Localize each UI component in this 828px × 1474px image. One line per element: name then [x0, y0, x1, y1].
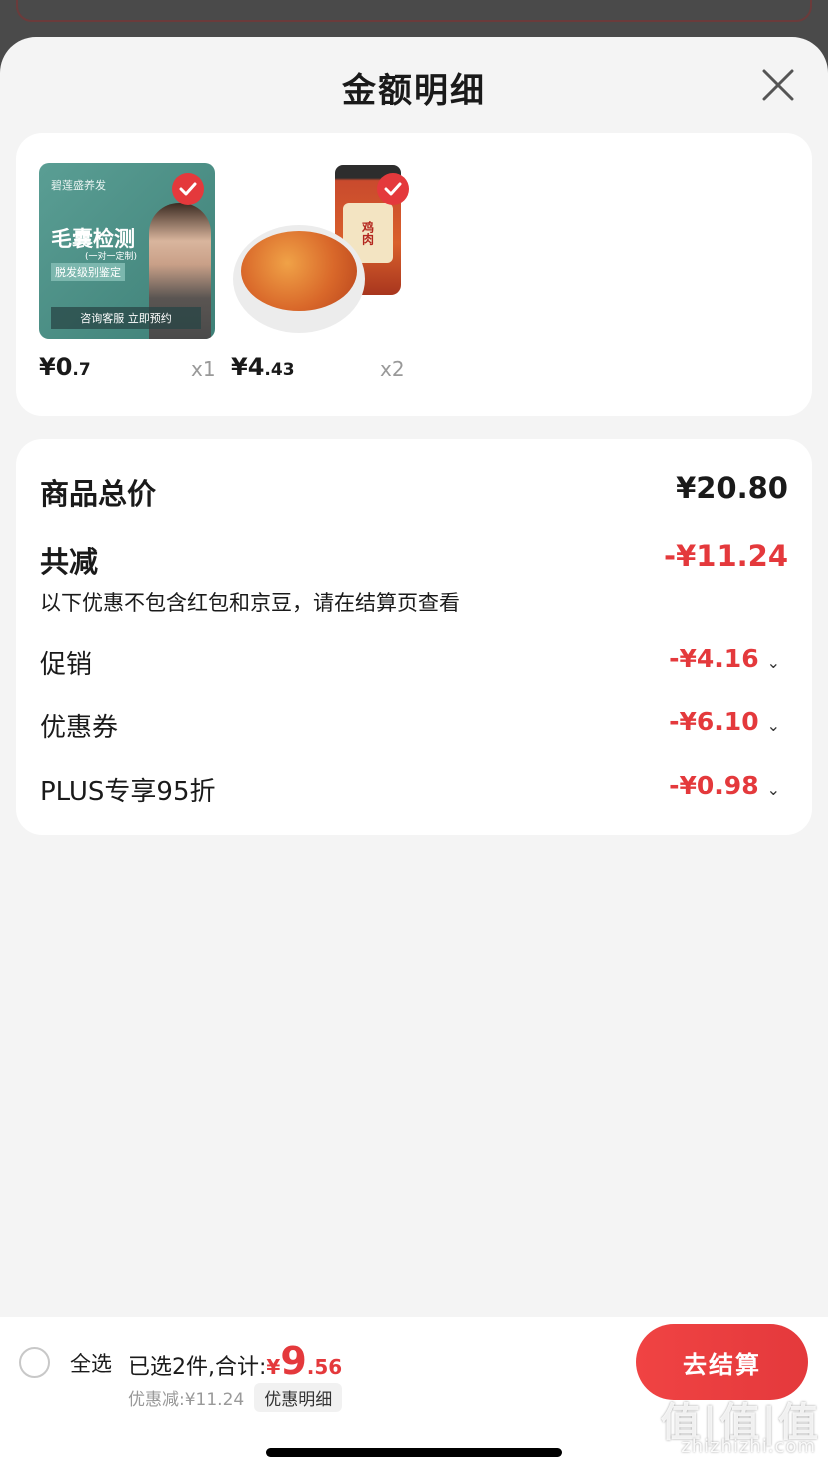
product-qty: x2	[380, 357, 405, 381]
checked-icon[interactable]	[172, 173, 204, 205]
reduce-hint-row: 以下优惠不包含红包和京豆，请在结算页查看	[40, 587, 788, 617]
chevron-down-icon[interactable]: ⌄	[767, 780, 780, 799]
discount-label: 促销	[40, 650, 93, 680]
price-summary-card: 商品总价 ¥20.80 共减 -¥11.24 以下优惠不包含红包和京豆，请在结算…	[16, 439, 812, 835]
amount-detail-sheet: 金额明细 碧莲盛养发 毛囊检测 (一对一定制) 脱发级别鉴定 咨询客服 立即预约…	[0, 37, 828, 1474]
discount-row-plus[interactable]: PLUS专享95折 -¥0.98 ⌄	[40, 771, 788, 807]
discount-text: 优惠减:¥11.24	[128, 1390, 245, 1410]
discount-detail-button[interactable]: 优惠明细	[254, 1383, 343, 1412]
food-illustration	[241, 231, 357, 311]
discount-value: -¥4.16	[669, 644, 759, 673]
select-all-radio[interactable]	[19, 1347, 50, 1378]
total-reduce-value: -¥11.24	[664, 539, 788, 573]
product-qty: x1	[191, 357, 216, 381]
total-int: 9	[280, 1339, 307, 1383]
select-all-label[interactable]: 全选	[70, 1348, 112, 1378]
product-image-brand: 碧莲盛养发	[51, 179, 106, 192]
product-image-subtitle: (一对一定制)	[85, 252, 138, 262]
product-image-tag: 脱发级别鉴定	[51, 263, 125, 281]
total-price-row: 商品总价 ¥20.80	[40, 471, 788, 511]
total-reduce-row: 共减 -¥11.24	[40, 539, 788, 579]
discount-row-promotion[interactable]: 促销 -¥4.16 ⌄	[40, 644, 788, 680]
checkout-button[interactable]: 去结算	[636, 1324, 808, 1400]
total-symbol: ¥	[266, 1355, 281, 1379]
products-card: 碧莲盛养发 毛囊检测 (一对一定制) 脱发级别鉴定 咨询客服 立即预约 ¥0.7…	[16, 133, 812, 416]
discount-label: 优惠券	[40, 713, 119, 743]
discount-value: -¥6.10	[669, 707, 759, 736]
product-price: ¥0.7	[39, 353, 91, 381]
discount-row-coupon[interactable]: 优惠券 -¥6.10 ⌄	[40, 707, 788, 743]
product-price: ¥4.43	[231, 353, 295, 381]
home-indicator	[266, 1448, 562, 1457]
product-item[interactable]: 碧莲盛养发 毛囊检测 (一对一定制) 脱发级别鉴定 咨询客服 立即预约 ¥0.7…	[39, 163, 216, 383]
selected-text: 已选2件,合计:	[128, 1355, 267, 1380]
reduce-hint: 以下优惠不包含红包和京豆，请在结算页查看	[40, 591, 460, 615]
product-image-cta: 咨询客服 立即预约	[51, 307, 201, 329]
watermark-url: zhizhizhi.com	[681, 1436, 816, 1457]
total-price-label: 商品总价	[40, 477, 157, 511]
product-item[interactable]: 鸡肉 ¥4.43 x2	[231, 163, 409, 383]
sheet-title: 金额明细	[342, 71, 486, 111]
total-reduce-label: 共减	[40, 545, 99, 579]
backdrop-bar	[16, 0, 812, 22]
total-price-value: ¥20.80	[676, 471, 788, 505]
selected-summary: 已选2件,合计:¥9.56	[128, 1339, 342, 1383]
discount-label: PLUS专享95折	[40, 777, 216, 807]
chevron-down-icon[interactable]: ⌄	[767, 653, 780, 672]
total-dec: .56	[306, 1355, 343, 1379]
checked-icon[interactable]	[377, 173, 409, 205]
discount-value: -¥0.98	[669, 771, 759, 800]
chevron-down-icon[interactable]: ⌄	[767, 716, 780, 735]
discount-summary: 优惠减:¥11.24 优惠明细	[128, 1383, 343, 1412]
close-icon[interactable]	[758, 65, 798, 105]
